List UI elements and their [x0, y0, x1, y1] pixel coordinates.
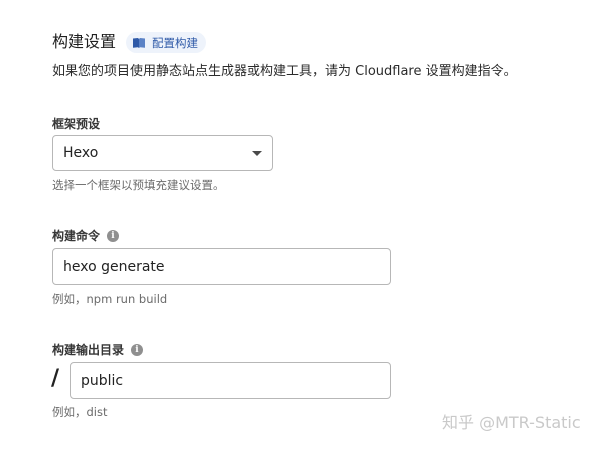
docs-link-badge[interactable]: 配置构建 — [126, 32, 206, 53]
info-icon[interactable]: i — [107, 230, 120, 242]
build-command-label-row: 构建命令 i — [52, 228, 120, 244]
docs-link-label: 配置构建 — [152, 35, 198, 50]
info-icon[interactable]: i — [131, 344, 144, 356]
build-output-label-row: 构建输出目录 i — [52, 342, 144, 358]
framework-preset-help: 选择一个框架以预填充建议设置。 — [52, 178, 225, 192]
section-description: 如果您的项目使用静态站点生成器或构建工具，请为 Cloudflare 设置构建指… — [52, 64, 517, 79]
watermark: 知乎 @MTR-Static — [442, 413, 581, 432]
build-command-input[interactable]: hexo generate — [52, 248, 391, 285]
build-output-value: public — [81, 372, 124, 389]
caret-down-icon — [252, 150, 262, 156]
build-output-input[interactable]: public — [70, 362, 391, 399]
output-path-prefix: / — [51, 366, 60, 391]
build-command-value: hexo generate — [63, 258, 165, 275]
framework-preset-value: Hexo — [63, 145, 99, 161]
build-command-help: 例如，npm run build — [52, 292, 168, 306]
build-output-label: 构建输出目录 — [52, 343, 125, 357]
build-output-help: 例如，dist — [52, 405, 108, 419]
section-title: 构建设置 — [52, 32, 117, 51]
framework-preset-label: 框架预设 — [52, 117, 101, 131]
framework-preset-select[interactable]: Hexo — [52, 135, 273, 171]
build-command-label: 构建命令 — [52, 229, 101, 243]
book-icon — [132, 37, 146, 49]
